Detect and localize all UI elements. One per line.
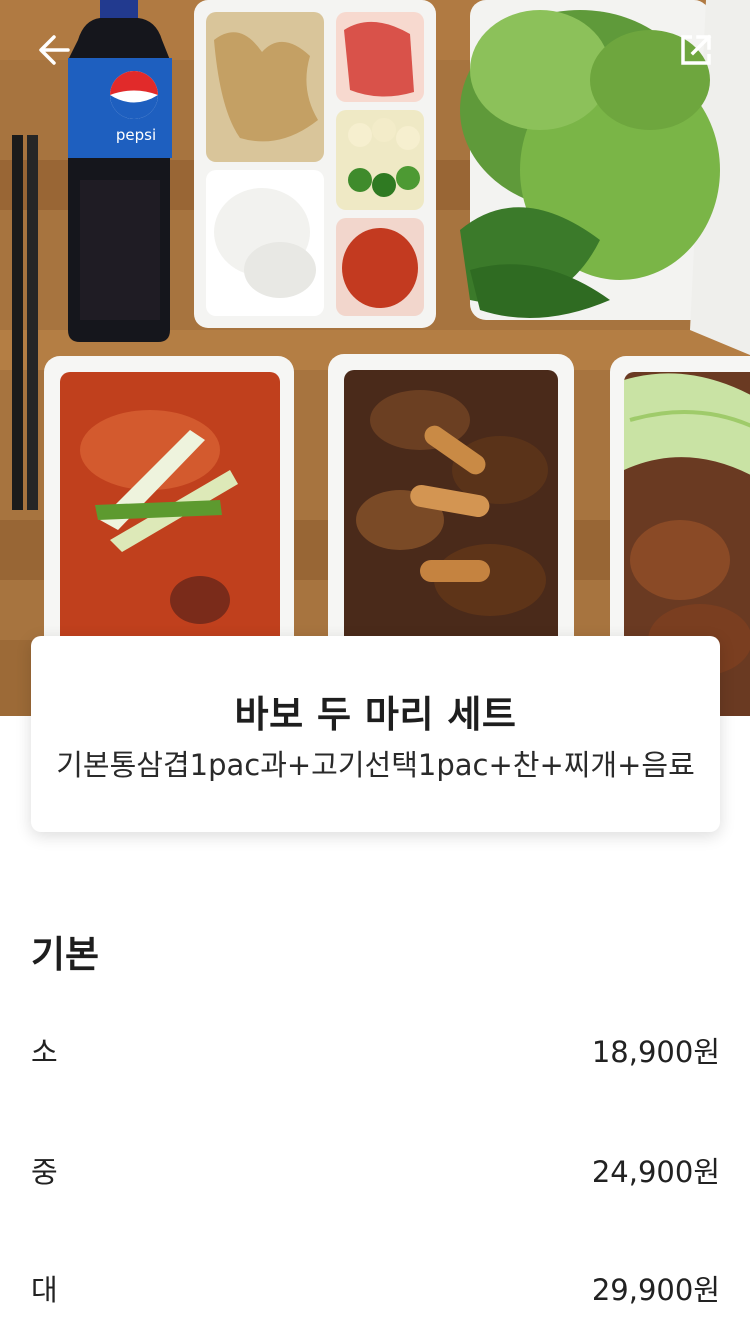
share-button[interactable] [674, 28, 718, 72]
menu-title: 바보 두 마리 세트 [234, 693, 517, 736]
option-name: 중 [31, 1155, 58, 1189]
menu-hero-image: pepsi [0, 0, 750, 716]
option-row-small[interactable]: 소 18,900원 [31, 1020, 720, 1080]
arrow-left-icon [39, 35, 70, 65]
side-dish-tray [194, 0, 436, 328]
pepsi-bottle: pepsi [68, 0, 172, 342]
external-link-icon [681, 34, 712, 65]
option-section-title: 기본 [31, 933, 100, 976]
option-row-medium[interactable]: 중 24,900원 [31, 1140, 720, 1200]
back-button[interactable] [32, 28, 76, 72]
menu-description: 기본통삼겹1pac과+고기선택1pac+찬+찌개+음료 [56, 748, 695, 782]
option-row-large[interactable]: 대 29,900원 [31, 1258, 720, 1318]
option-price: 18,900원 [591, 1035, 720, 1069]
menu-info-card: 바보 두 마리 세트 기본통삼겹1pac과+고기선택1pac+찬+찌개+음료 [31, 636, 720, 832]
option-name: 대 [31, 1273, 58, 1307]
option-price: 24,900원 [591, 1155, 720, 1189]
bottle-label: pepsi [116, 126, 156, 144]
option-name: 소 [31, 1035, 58, 1069]
option-price: 29,900원 [591, 1273, 720, 1307]
